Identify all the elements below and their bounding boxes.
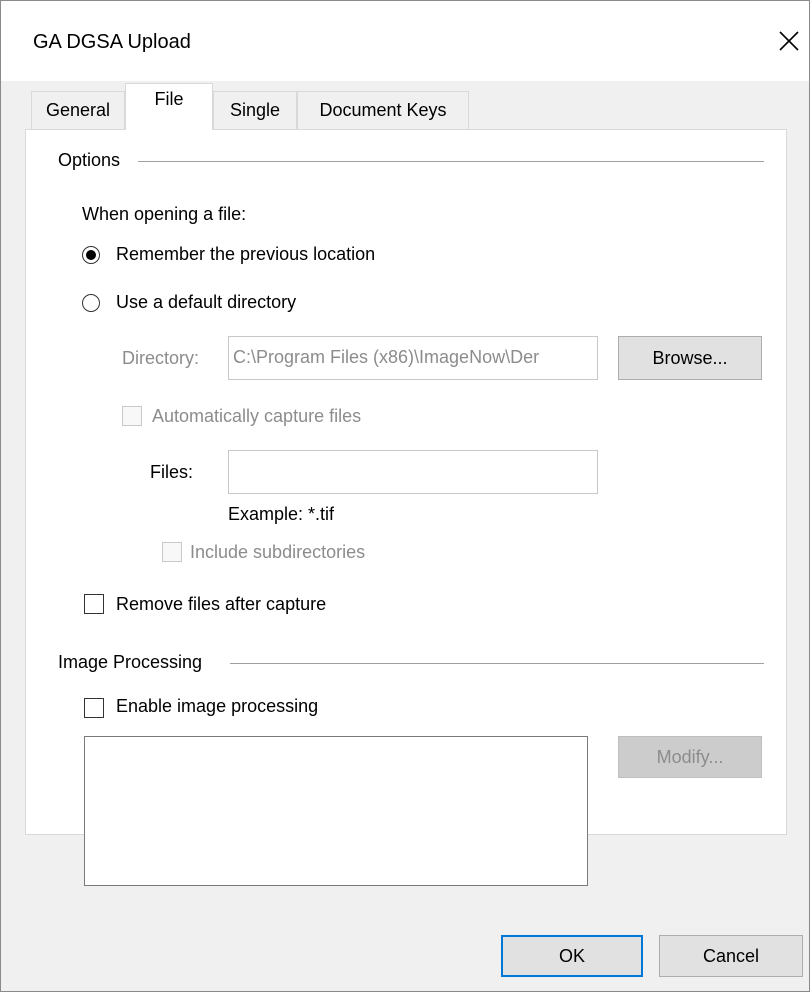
tab-single-label: Single	[229, 100, 281, 120]
window-title: GA DGSA Upload	[33, 31, 191, 53]
tab-document-keys-label: Document Keys	[319, 100, 447, 120]
close-button[interactable]	[771, 17, 807, 61]
upload-dialog: GA DGSA Upload General File Single Docum…	[0, 0, 810, 992]
ok-button-label: OK	[558, 946, 585, 966]
title-bar: GA DGSA Upload	[1, 1, 809, 81]
auto-capture-label: Automatically capture files	[152, 406, 362, 426]
files-input[interactable]	[228, 450, 598, 494]
remember-location-label[interactable]: Remember the previous location	[116, 244, 375, 265]
remember-location-radio[interactable]	[82, 246, 100, 264]
remove-files-label[interactable]: Remove files after capture	[116, 594, 326, 615]
image-processing-group-label: Image Processing	[58, 652, 209, 673]
enable-image-processing-checkbox[interactable]	[84, 698, 104, 718]
tab-file[interactable]: File	[125, 83, 213, 130]
cancel-button[interactable]: Cancel	[659, 935, 803, 977]
browse-button-label: Browse...	[652, 348, 728, 368]
image-processing-list[interactable]	[84, 736, 588, 886]
default-directory-radio[interactable]	[82, 294, 100, 312]
modify-button-label: Modify...	[656, 747, 724, 767]
auto-capture-checkbox[interactable]	[122, 406, 142, 426]
include-subdirectories-label: Include subdirectories	[190, 542, 366, 562]
close-icon	[779, 31, 799, 51]
directory-label: Directory:	[122, 348, 200, 368]
tab-single[interactable]: Single	[213, 91, 297, 129]
enable-image-processing-label[interactable]: Enable image processing	[116, 696, 318, 717]
options-group-divider	[138, 161, 764, 162]
include-subdirectories-checkbox[interactable]	[162, 542, 182, 562]
radio-selected-dot	[86, 250, 96, 260]
tab-document-keys[interactable]: Document Keys	[297, 91, 469, 129]
tab-general[interactable]: General	[31, 91, 125, 129]
files-label: Files:	[150, 462, 194, 482]
ok-button[interactable]: OK	[501, 935, 643, 977]
tab-file-label: File	[154, 89, 184, 109]
remove-files-checkbox[interactable]	[84, 594, 104, 614]
directory-input[interactable]: C:\Program Files (x86)\ImageNow\Der	[228, 336, 598, 380]
tab-general-label: General	[45, 100, 111, 120]
browse-button[interactable]: Browse...	[618, 336, 762, 380]
default-directory-label[interactable]: Use a default directory	[116, 292, 296, 313]
files-example-text: Example: *.tif	[228, 504, 335, 524]
when-opening-label: When opening a file:	[82, 204, 247, 224]
tab-panel-file: Options When opening a file: Remember th…	[25, 129, 787, 886]
image-processing-group-divider	[230, 663, 764, 664]
options-group-label: Options	[58, 150, 127, 171]
cancel-button-label: Cancel	[702, 946, 760, 966]
modify-button[interactable]: Modify...	[618, 736, 762, 778]
